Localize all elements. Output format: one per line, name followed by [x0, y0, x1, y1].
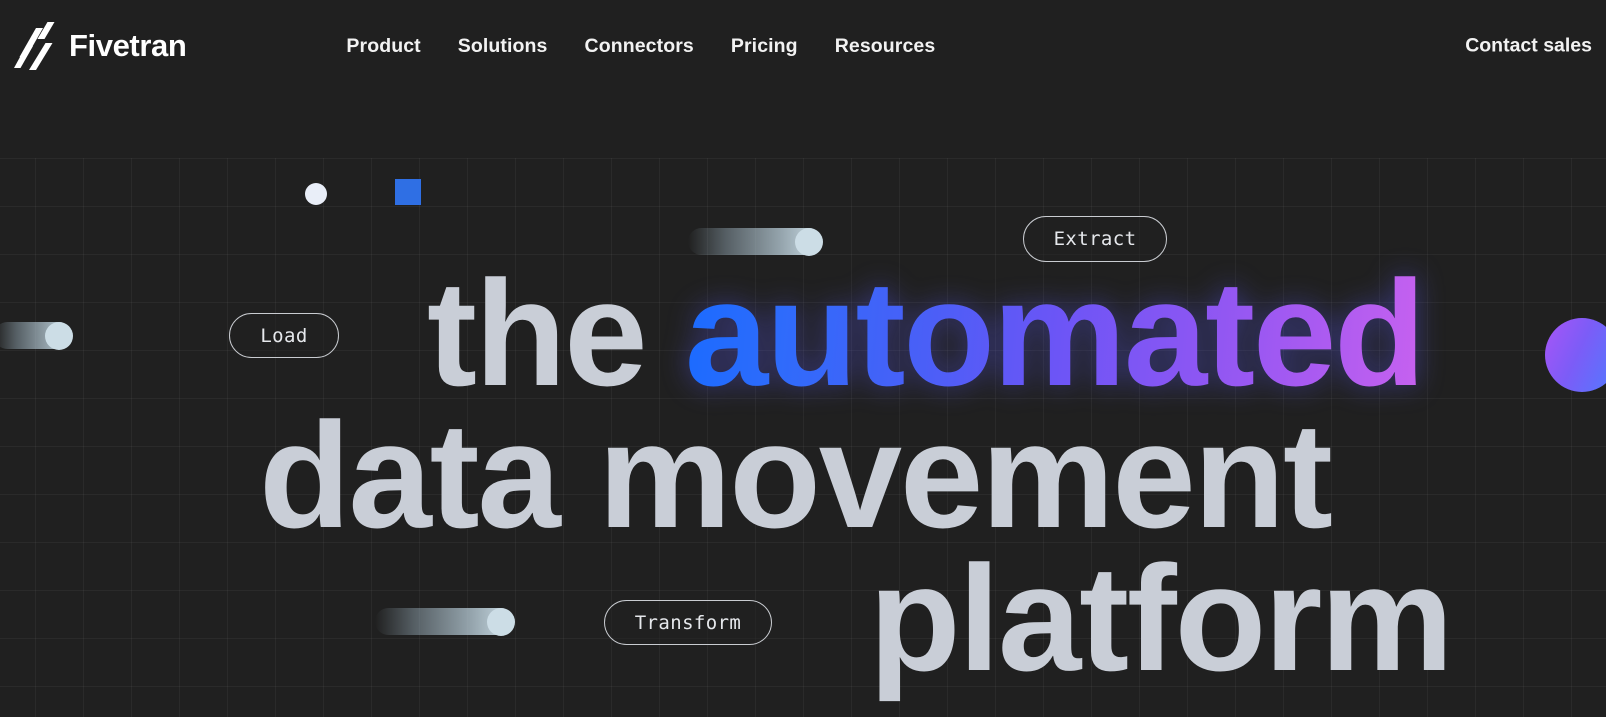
pill-transform-label: Transform: [634, 611, 742, 634]
page-root: Fivetran Product Solutions Connectors Pr…: [0, 0, 1606, 717]
main-navigation: Product Solutions Connectors Pricing Res…: [346, 35, 935, 58]
decorative-circle-dot: [305, 183, 327, 205]
nav-item-pricing[interactable]: Pricing: [731, 35, 798, 58]
decorative-gradient-circle: [1545, 318, 1606, 392]
pill-load-label: Load: [260, 324, 308, 347]
contact-sales-link[interactable]: Contact sales: [1465, 35, 1592, 58]
headline-line-3: platform: [869, 534, 1454, 702]
pill-extract[interactable]: Extract: [1023, 216, 1167, 262]
pill-load[interactable]: Load: [229, 313, 339, 358]
decorative-square: [395, 179, 421, 205]
nav-item-solutions[interactable]: Solutions: [458, 35, 548, 58]
motion-trail-left: [0, 321, 73, 350]
background-grid: [0, 0, 1606, 717]
headline-line-2: data movement: [259, 391, 1333, 559]
headline-word-automated: automated: [684, 249, 1426, 417]
nav-item-connectors[interactable]: Connectors: [585, 35, 694, 58]
motion-trail-top: [688, 227, 823, 256]
nav-item-product[interactable]: Product: [346, 35, 420, 58]
pill-extract-label: Extract: [1053, 228, 1137, 250]
motion-trail-bottom: [375, 607, 515, 636]
site-header: Fivetran Product Solutions Connectors Pr…: [0, 0, 1606, 92]
headline-line-1: the automated: [427, 258, 1426, 408]
brand-logo[interactable]: Fivetran: [14, 22, 187, 70]
nav-item-resources[interactable]: Resources: [835, 35, 936, 58]
fivetran-bars-logo-icon: [14, 22, 55, 70]
brand-name: Fivetran: [69, 28, 187, 63]
headline-word-the: the: [427, 249, 648, 417]
pill-transform[interactable]: Transform: [604, 600, 772, 645]
